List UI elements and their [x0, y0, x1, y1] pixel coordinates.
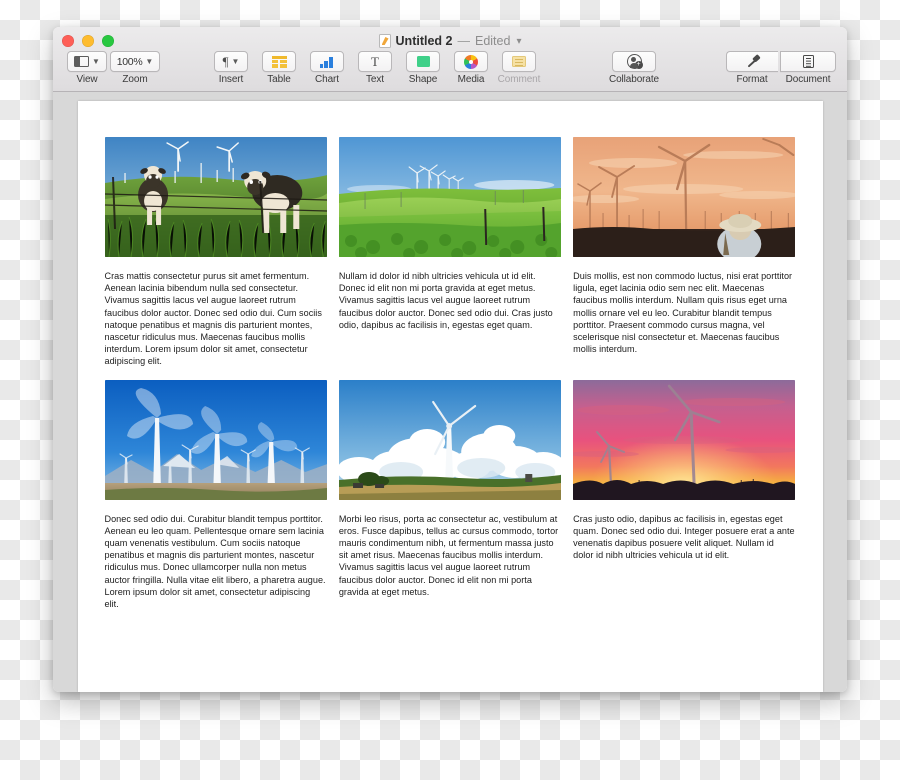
table-icon [271, 55, 287, 68]
toolbar-group-left: ▼ View 100% ▼ Zoom [63, 51, 161, 85]
grid-cell: Donec sed odio dui. Curabitur blandit te… [104, 379, 327, 611]
toolbar-label-shape: Shape [408, 74, 438, 85]
chevron-down-icon: ▼ [145, 56, 154, 66]
comment-button[interactable] [502, 51, 536, 72]
text-button[interactable]: T [358, 51, 392, 72]
document-canvas[interactable]: Cras mattis consectetur purus sit amet f… [53, 92, 847, 692]
toolbar-group-collaborate: + Collaborate [597, 51, 671, 85]
collaborate-button[interactable]: + [612, 51, 656, 72]
plus-badge-icon: + [634, 61, 643, 69]
toolbar-item-collaborate[interactable]: + Collaborate [597, 51, 671, 85]
pilcrow-icon: ¶ [222, 54, 229, 69]
caption-text: Cras mattis consectetur purus sit amet f… [104, 271, 322, 367]
caption-text: Morbi leo risus, porta ac consectetur ac… [338, 513, 559, 597]
grid-cell: Cras mattis consectetur purus sit amet f… [104, 137, 327, 368]
insert-button[interactable]: ¶ ▼ [214, 51, 248, 72]
caption-text: Cras justo odio, dapibus ac facilisis in… [573, 513, 795, 561]
toolbar-label-view: View [76, 74, 98, 85]
toolbar-item-format[interactable]: Format [725, 51, 779, 85]
chevron-down-icon: ▼ [92, 56, 100, 66]
toolbar-label-text: Text [366, 74, 384, 85]
comment-note-icon [512, 56, 526, 67]
close-button[interactable] [62, 35, 74, 47]
format-button[interactable] [726, 51, 778, 72]
traffic-light-group [62, 35, 114, 47]
toolbar-item-comment[interactable]: Comment [495, 51, 543, 85]
window-chrome: Untitled 2 — Edited ▾ ▼ View 100% ▼ Zoom… [53, 27, 847, 92]
photo-man-hat-sunset-windfarm[interactable] [573, 137, 796, 257]
sidebar-view-icon [74, 56, 90, 67]
grid-cell: Morbi leo risus, porta ac consectetur ac… [338, 379, 562, 611]
toolbar-label-format: Format [736, 74, 768, 85]
edited-status: Edited [474, 34, 511, 48]
caption-text: Donec sed odio dui. Curabitur blandit te… [104, 513, 326, 610]
text-box-icon: T [371, 54, 379, 69]
chevron-down-icon[interactable]: ▾ [516, 36, 521, 47]
toolbar-label-insert: Insert [218, 74, 244, 85]
view-button[interactable]: ▼ [67, 51, 107, 72]
toolbar-label-document: Document [785, 74, 831, 85]
chevron-down-icon: ▼ [231, 56, 240, 66]
shape-square-icon [416, 56, 430, 67]
toolbar-item-view[interactable]: ▼ View [63, 51, 111, 85]
caption-text: Duis mollis, est non commodo luctus, nis… [573, 271, 793, 355]
collaborate-icon: + [626, 54, 643, 69]
minimize-button[interactable] [82, 35, 94, 47]
bar-chart-icon [319, 56, 335, 68]
toolbar-item-media[interactable]: Media [447, 51, 495, 85]
table-button[interactable] [262, 51, 296, 72]
pages-window: Untitled 2 — Edited ▾ ▼ View 100% ▼ Zoom… [53, 27, 847, 692]
grid-cell: Nullam id dolor id nibh ultricies vehicu… [338, 137, 562, 368]
pages-document-icon [378, 34, 391, 48]
photo-turbines-blue-sky-mountains[interactable] [104, 379, 327, 500]
toolbar-label-media: Media [457, 74, 485, 85]
toolbar-label-collaborate: Collaborate [608, 74, 660, 85]
zoom-level-icon: 100% [116, 55, 143, 68]
format-brush-icon [745, 55, 760, 69]
toolbar-label-zoom: Zoom [122, 74, 148, 85]
title-separator: — [457, 34, 470, 48]
page-title: Untitled 2 [395, 34, 453, 48]
photo-single-turbine-clouds[interactable] [338, 379, 562, 500]
chart-button[interactable] [310, 51, 344, 72]
window-title-row: Untitled 2 — Edited ▾ [53, 32, 847, 50]
toolbar-item-chart[interactable]: Chart [303, 51, 351, 85]
toolbar-item-document[interactable]: Document [779, 51, 837, 85]
toolbar-item-insert[interactable]: ¶ ▼ Insert [207, 51, 255, 85]
toolbar-label-chart: Chart [315, 74, 339, 85]
photos-icon [464, 54, 478, 69]
caption-text: Nullam id dolor id nibh ultricies vehicu… [338, 271, 553, 330]
toolbar-item-zoom[interactable]: 100% ▼ Zoom [109, 51, 161, 85]
toolbar-label-table: Table [267, 74, 291, 85]
toolbar-item-table[interactable]: Table [255, 51, 303, 85]
grid-cell: Cras justo odio, dapibus ac facilisis in… [573, 379, 796, 611]
photo-green-field-turbines[interactable] [338, 137, 562, 257]
photo-turbine-silhouettes-sunset[interactable] [573, 379, 796, 500]
zoom-button[interactable] [102, 35, 114, 47]
photo-cows-wind-turbines[interactable] [104, 137, 327, 257]
zoom-button-toolbar[interactable]: 100% ▼ [109, 51, 161, 72]
toolbar-item-text[interactable]: T Text [351, 51, 399, 85]
document-lines-icon [802, 55, 814, 68]
photo-grid: Cras mattis consectetur purus sit amet f… [104, 137, 796, 611]
shape-button[interactable] [406, 51, 440, 72]
grid-cell: Duis mollis, est non commodo luctus, nis… [573, 137, 796, 368]
toolbar-item-shape[interactable]: Shape [399, 51, 447, 85]
toolbar-group-right: Format Document [725, 51, 837, 85]
toolbar-label-comment: Comment [497, 74, 541, 85]
media-button[interactable] [454, 51, 488, 72]
toolbar-group-insert: ¶ ▼ Insert Table Chart T Text Shape Medi… [207, 51, 543, 85]
document-button[interactable] [780, 51, 836, 72]
toolbar: ▼ View 100% ▼ Zoom ¶ ▼ Insert Table Char… [53, 51, 847, 91]
document-page[interactable]: Cras mattis consectetur purus sit amet f… [77, 101, 823, 692]
